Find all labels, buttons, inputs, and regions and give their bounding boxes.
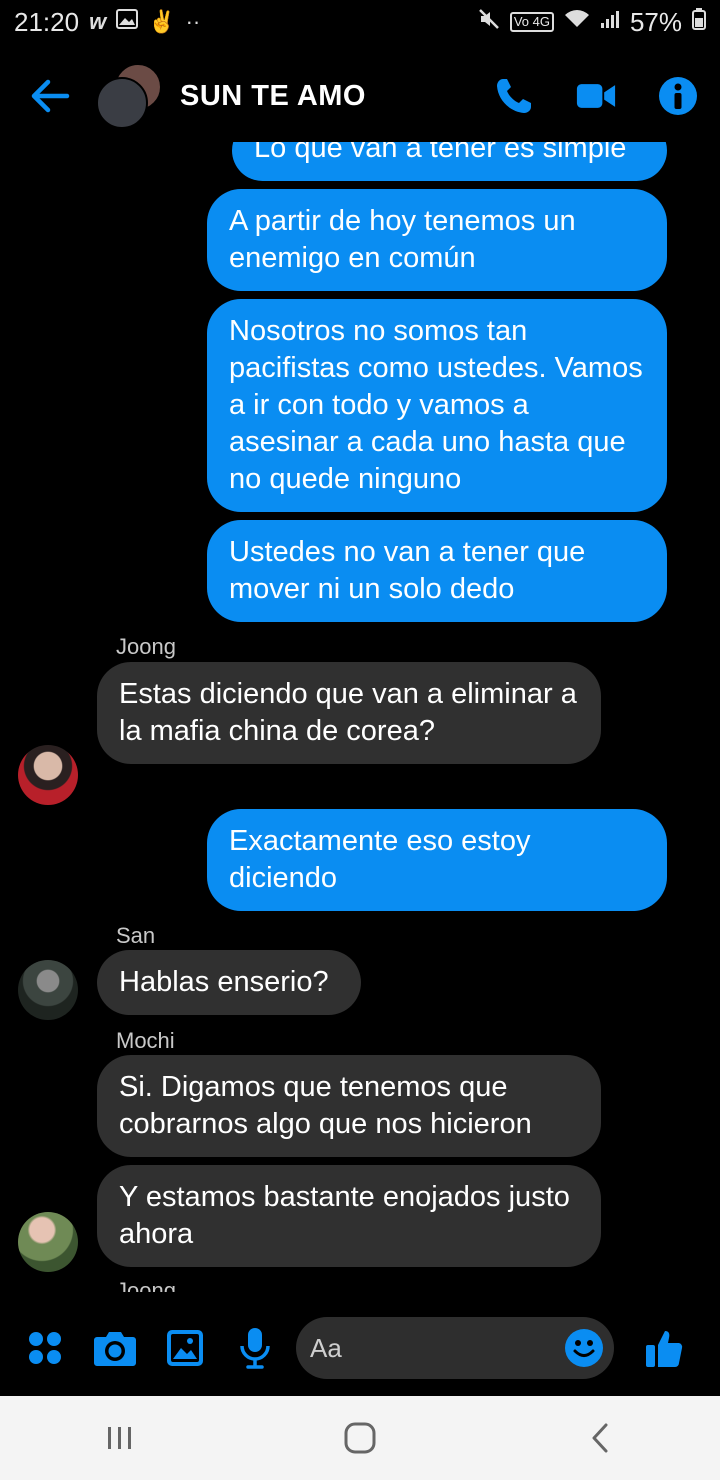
gallery-icon (116, 9, 139, 35)
sender-name: Joong (116, 1278, 176, 1292)
outgoing-message[interactable]: Lo que van a tener es simple (232, 142, 667, 181)
gallery-button[interactable] (160, 1323, 210, 1373)
message-list[interactable]: Lo que van a tener es simple A partir de… (0, 142, 720, 1292)
outgoing-message[interactable]: Ustedes no van a tener que mover ni un s… (207, 520, 667, 622)
voice-call-button[interactable] (494, 76, 534, 116)
video-call-button[interactable] (576, 76, 616, 116)
back-nav-button[interactable] (570, 1408, 630, 1468)
battery-icon (692, 8, 706, 36)
more-dots-icon: ·· (185, 9, 201, 34)
sender-name: Joong (116, 634, 176, 659)
avatar-mochi[interactable] (18, 1212, 78, 1272)
video-camera-icon (576, 84, 616, 108)
incoming-message[interactable]: Si. Digamos que tenemos que cobrarnos al… (97, 1055, 601, 1157)
message-input-placeholder: Aa (310, 1332, 342, 1363)
thumbs-up-icon (646, 1331, 683, 1367)
avatar-san[interactable] (18, 960, 78, 1020)
camera-icon (94, 1332, 136, 1366)
image-icon (167, 1330, 203, 1366)
status-time: 21:20 (14, 6, 80, 37)
home-icon (344, 1422, 376, 1454)
incoming-message[interactable]: Estas diciendo que van a eliminar a la m… (97, 662, 601, 764)
smiley-icon (565, 1329, 603, 1367)
outgoing-message[interactable]: Nosotros no somos tan pacifistas como us… (207, 299, 667, 512)
sender-name: San (116, 923, 156, 948)
message-input[interactable]: Aa (296, 1317, 614, 1379)
peace-hand-icon: ✌ (148, 9, 176, 34)
more-actions-button[interactable] (20, 1323, 70, 1373)
camera-button[interactable] (90, 1323, 140, 1373)
group-avatar[interactable] (96, 63, 162, 129)
volte-icon: Vo 4G (509, 12, 554, 32)
wifi-icon (564, 9, 590, 35)
like-button[interactable] (640, 1323, 690, 1373)
battery-percent: 57% (629, 6, 682, 37)
recent-apps-icon (108, 1427, 131, 1449)
back-arrow-icon (31, 79, 70, 113)
status-bar: 21:20 w ✌ ·· Vo 4G 57% (0, 0, 720, 44)
outgoing-message[interactable]: A partir de hoy tenemos un enemigo en co… (207, 189, 667, 291)
avatar-joong[interactable] (18, 745, 78, 805)
mute-icon (478, 8, 500, 36)
chat-title[interactable]: SUN TE AMO (180, 80, 494, 113)
grid-dots-icon (29, 1332, 61, 1364)
voice-message-button[interactable] (230, 1323, 280, 1373)
system-nav-bar (0, 1396, 720, 1480)
recent-apps-button[interactable] (90, 1408, 150, 1468)
w-icon: w (89, 9, 107, 34)
emoji-button[interactable] (564, 1328, 604, 1368)
info-icon (659, 77, 697, 115)
chat-header: SUN TE AMO (0, 50, 720, 142)
microphone-icon (240, 1328, 270, 1369)
info-button[interactable] (658, 76, 698, 116)
home-button[interactable] (330, 1408, 390, 1468)
phone-icon (497, 79, 531, 113)
back-button[interactable] (22, 68, 78, 124)
signal-icon (600, 9, 620, 35)
incoming-message[interactable]: Hablas enserio? (97, 950, 361, 1015)
outgoing-message[interactable]: Exactamente eso estoy diciendo (207, 809, 667, 911)
composer-bar: Aa (0, 1310, 720, 1386)
chevron-left-icon (592, 1423, 608, 1453)
incoming-message[interactable]: Y estamos bastante enojados justo ahora (97, 1165, 601, 1267)
group-avatar-photo-front (96, 77, 148, 129)
sender-name: Mochi (116, 1028, 175, 1053)
